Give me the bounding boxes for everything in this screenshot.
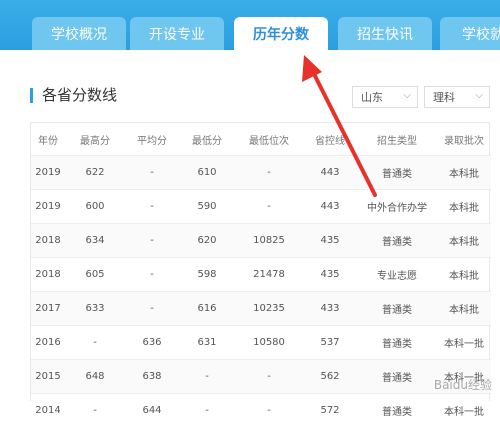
table-cell: 622: [65, 156, 125, 190]
table-cell: 10825: [235, 224, 303, 258]
section-title: 各省分数线: [42, 84, 117, 105]
table-cell: -: [125, 156, 179, 190]
col-header-year: 年份: [31, 123, 65, 156]
table-row: 2018605-59821478435专业志愿本科批: [31, 258, 491, 292]
table-cell: 10580: [235, 326, 303, 360]
table-cell: 616: [179, 292, 235, 326]
table-row: 2017633-61610235433普通类本科批: [31, 292, 491, 326]
tab-historical-scores[interactable]: 历年分数: [234, 17, 328, 50]
section-accent-bar: [30, 88, 33, 103]
table-cell: -: [65, 326, 125, 360]
table-cell: 2019: [31, 190, 65, 224]
table-cell: 631: [179, 326, 235, 360]
table-cell: 2018: [31, 258, 65, 292]
chevron-down-icon: ⌵: [475, 90, 483, 101]
col-header-max-score: 最高分: [65, 123, 125, 156]
table-cell: -: [125, 258, 179, 292]
table-cell: 2015: [31, 360, 65, 394]
table-cell: 普通类: [357, 394, 437, 427]
table-cell: 610: [179, 156, 235, 190]
table-cell: -: [125, 190, 179, 224]
col-header-control-line: 省控线: [303, 123, 357, 156]
table-cell: 中外合作办学: [357, 190, 437, 224]
table-row: 2016-63663110580537普通类本科一批: [31, 326, 491, 360]
col-header-avg-score: 平均分: [125, 123, 179, 156]
table-cell: 普通类: [357, 360, 437, 394]
tab-school-employment[interactable]: 学校就: [440, 17, 500, 50]
table-cell: 本科批: [437, 156, 491, 190]
table-cell: 605: [65, 258, 125, 292]
col-header-batch: 录取批次: [437, 123, 491, 156]
tab-majors[interactable]: 开设专业: [130, 17, 224, 50]
province-select-value: 山东: [361, 89, 383, 105]
table-cell: 专业志愿: [357, 258, 437, 292]
col-header-min-score: 最低分: [179, 123, 235, 156]
table-cell: -: [125, 292, 179, 326]
table-cell: 2016: [31, 326, 65, 360]
table-cell: 普通类: [357, 224, 437, 258]
table-cell: 2017: [31, 292, 65, 326]
table-cell: 2019: [31, 156, 65, 190]
table-cell: 本科一批: [437, 394, 491, 427]
scores-table: 年份 最高分 平均分 最低分 最低位次 省控线 招生类型 录取批次 201962…: [30, 122, 490, 401]
table-cell: 443: [303, 190, 357, 224]
tab-admission-news[interactable]: 招生快讯: [338, 17, 432, 50]
table-cell: 634: [65, 224, 125, 258]
table-cell: 21478: [235, 258, 303, 292]
tab-school-overview[interactable]: 学校概况: [32, 17, 126, 50]
category-select[interactable]: 理科 ⌵: [424, 86, 490, 108]
table-row: 2019622-610-443普通类本科批: [31, 156, 491, 190]
tab-bar: 学校概况 开设专业 历年分数 招生快讯 学校就: [0, 0, 500, 50]
table-cell: 572: [303, 394, 357, 427]
table-cell: 2014: [31, 394, 65, 427]
table-cell: 10235: [235, 292, 303, 326]
table-cell: 435: [303, 258, 357, 292]
table-cell: 620: [179, 224, 235, 258]
table-cell: -: [235, 394, 303, 427]
table-cell: 普通类: [357, 156, 437, 190]
table-row: 2014-644--572普通类本科一批: [31, 394, 491, 427]
table-cell: 598: [179, 258, 235, 292]
table-cell: 648: [65, 360, 125, 394]
table-cell: 644: [125, 394, 179, 427]
table-cell: -: [65, 394, 125, 427]
table-cell: 600: [65, 190, 125, 224]
table-cell: 433: [303, 292, 357, 326]
table-cell: -: [179, 394, 235, 427]
table-cell: 638: [125, 360, 179, 394]
table-cell: 本科批: [437, 258, 491, 292]
table-cell: 633: [65, 292, 125, 326]
table-cell: 562: [303, 360, 357, 394]
table-cell: 443: [303, 156, 357, 190]
table-cell: -: [235, 156, 303, 190]
table-cell: 636: [125, 326, 179, 360]
table-cell: 435: [303, 224, 357, 258]
table-cell: 本科批: [437, 292, 491, 326]
table-cell: 590: [179, 190, 235, 224]
table-cell: -: [125, 224, 179, 258]
table-cell: -: [235, 190, 303, 224]
table-cell: 537: [303, 326, 357, 360]
col-header-min-rank: 最低位次: [235, 123, 303, 156]
table-row: 2018634-62010825435普通类本科批: [31, 224, 491, 258]
table-cell: 本科批: [437, 224, 491, 258]
table-cell: -: [235, 360, 303, 394]
table-cell: 本科一批: [437, 326, 491, 360]
table-cell: -: [179, 360, 235, 394]
table-cell: 普通类: [357, 326, 437, 360]
col-header-admission-type: 招生类型: [357, 123, 437, 156]
category-select-value: 理科: [433, 89, 455, 105]
table-cell: 本科批: [437, 190, 491, 224]
table-header-row: 年份 最高分 平均分 最低分 最低位次 省控线 招生类型 录取批次: [31, 123, 491, 156]
table-row: 2019600-590-443中外合作办学本科批: [31, 190, 491, 224]
watermark-text: Baidu经验: [434, 376, 492, 393]
table-cell: 普通类: [357, 292, 437, 326]
province-select[interactable]: 山东 ⌵: [352, 86, 418, 108]
chevron-down-icon: ⌵: [403, 90, 411, 101]
table-row: 2015648638--562普通类本科一批: [31, 360, 491, 394]
table-cell: 2018: [31, 224, 65, 258]
